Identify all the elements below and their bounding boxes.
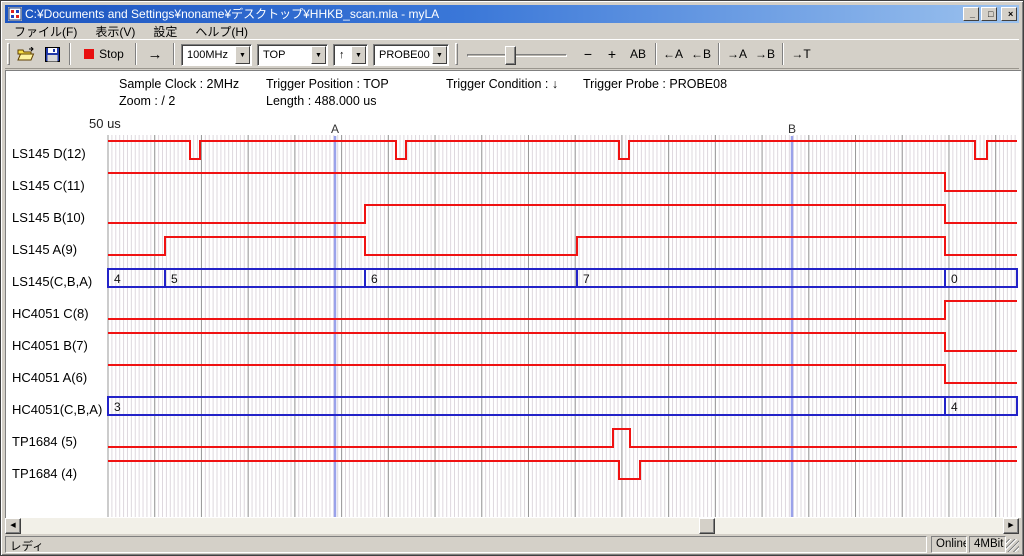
minimize-button[interactable]: _ — [963, 7, 979, 21]
floppy-disk-icon — [45, 47, 60, 62]
channel-label: LS145 A(9) — [12, 242, 77, 257]
set-a-marker-button[interactable]: ←A — [660, 42, 686, 66]
stop-button[interactable]: Stop — [77, 42, 131, 66]
timebase-label: 50 us — [89, 116, 121, 131]
zoom-slider-track[interactable] — [467, 54, 567, 57]
goto-a-marker-button[interactable]: →A — [724, 42, 750, 66]
close-button[interactable]: × — [1001, 7, 1017, 21]
run-button[interactable]: → — [141, 42, 169, 66]
status-message: レディ — [5, 536, 927, 553]
trigger-edge-value: ↑ — [339, 49, 345, 61]
zoom-out-button[interactable]: − — [577, 42, 599, 66]
bus-value: 5 — [171, 272, 178, 286]
menu-view[interactable]: 表示(V) — [86, 23, 144, 40]
bus-value: 6 — [371, 272, 378, 286]
toolbar-grip — [7, 43, 10, 65]
toolbar-separator — [173, 43, 175, 65]
toolbar-separator — [718, 43, 720, 65]
toolbar-separator — [655, 43, 657, 65]
channel-label: LS145 B(10) — [12, 210, 85, 225]
chevron-down-icon[interactable]: ▼ — [351, 46, 366, 64]
toolbar-grip — [455, 43, 458, 65]
ab-range-button[interactable]: AB — [625, 42, 651, 66]
menu-help[interactable]: ヘルプ(H) — [186, 23, 257, 40]
window-title: C:¥Documents and Settings¥noname¥デスクトップ¥… — [25, 5, 439, 23]
resize-grip-icon[interactable] — [1006, 539, 1019, 552]
probe-value: PROBE00 — [379, 49, 430, 61]
status-memory-badge: 4MBit — [969, 536, 1006, 553]
probe-select[interactable]: PROBE00 ▼ — [373, 44, 449, 66]
sample-rate-value: 100MHz — [187, 49, 228, 61]
channel-label: LS145 D(12) — [12, 146, 86, 161]
bus-value: 4 — [114, 272, 121, 286]
channel-label: LS145 C(11) — [12, 178, 85, 193]
menu-bar: ファイル(F) 表示(V) 設定 ヘルプ(H) — [5, 24, 1019, 38]
scroll-right-button[interactable]: ▶ — [1003, 518, 1019, 534]
channel-label: TP1684 (4) — [12, 466, 77, 481]
toolbar-separator — [69, 43, 71, 65]
bus-value: 0 — [951, 272, 958, 286]
scroll-left-button[interactable]: ◀ — [5, 518, 21, 534]
status-online-badge: Online — [931, 536, 967, 553]
chevron-down-icon[interactable]: ▼ — [311, 46, 326, 64]
maximize-button[interactable]: □ — [981, 7, 997, 21]
waveform-canvas[interactable]: 50 us A B LS145 D(12) LS145 C(11) LS145 B(10)… — [5, 70, 1021, 518]
stop-label: Stop — [99, 47, 124, 61]
trigger-position-select[interactable]: TOP ▼ — [257, 44, 328, 66]
chevron-down-icon[interactable]: ▼ — [432, 46, 447, 64]
goto-trigger-button[interactable]: →T — [788, 42, 814, 66]
bus-value: 4 — [951, 400, 958, 414]
toolbar-separator — [135, 43, 137, 65]
chevron-down-icon[interactable]: ▼ — [235, 46, 250, 64]
marker-a-label: A — [331, 122, 339, 136]
menu-settings[interactable]: 設定 — [144, 23, 186, 40]
channel-label: HC4051 B(7) — [12, 338, 88, 353]
zoom-in-button[interactable]: + — [601, 42, 623, 66]
stop-icon — [84, 49, 94, 59]
zoom-slider-thumb[interactable] — [505, 46, 516, 65]
channel-label: HC4051 A(6) — [12, 370, 87, 385]
bus-value: 7 — [583, 272, 590, 286]
toolbar-separator — [782, 43, 784, 65]
status-bar: レディ Online 4MBit — [5, 536, 1019, 554]
open-folder-icon — [17, 47, 35, 62]
scrollbar-thumb[interactable] — [699, 518, 715, 534]
goto-b-marker-button[interactable]: →B — [752, 42, 778, 66]
channel-label: HC4051 C(8) — [12, 306, 89, 321]
channel-label: HC4051(C,B,A) — [12, 402, 102, 417]
bus-value: 3 — [114, 400, 121, 414]
open-file-button[interactable] — [15, 42, 37, 66]
marker-b-label: B — [788, 122, 796, 136]
trigger-edge-select[interactable]: ↑ ▼ — [333, 44, 368, 66]
toolbar: Stop → 100MHz ▼ TOP ▼ ↑ ▼ PROBE00 ▼ − + … — [5, 39, 1019, 69]
menu-file[interactable]: ファイル(F) — [5, 23, 86, 40]
title-bar: C:¥Documents and Settings¥noname¥デスクトップ¥… — [5, 5, 1019, 23]
save-button[interactable] — [41, 42, 63, 66]
sample-rate-select[interactable]: 100MHz ▼ — [181, 44, 252, 66]
trigger-position-value: TOP — [263, 49, 285, 61]
horizontal-scrollbar[interactable]: ◀ ▶ — [5, 518, 1019, 534]
app-window: C:¥Documents and Settings¥noname¥デスクトップ¥… — [0, 0, 1024, 556]
app-icon — [8, 7, 22, 21]
channel-label: LS145(C,B,A) — [12, 274, 92, 289]
channel-label: TP1684 (5) — [12, 434, 77, 449]
set-b-marker-button[interactable]: ←B — [688, 42, 714, 66]
